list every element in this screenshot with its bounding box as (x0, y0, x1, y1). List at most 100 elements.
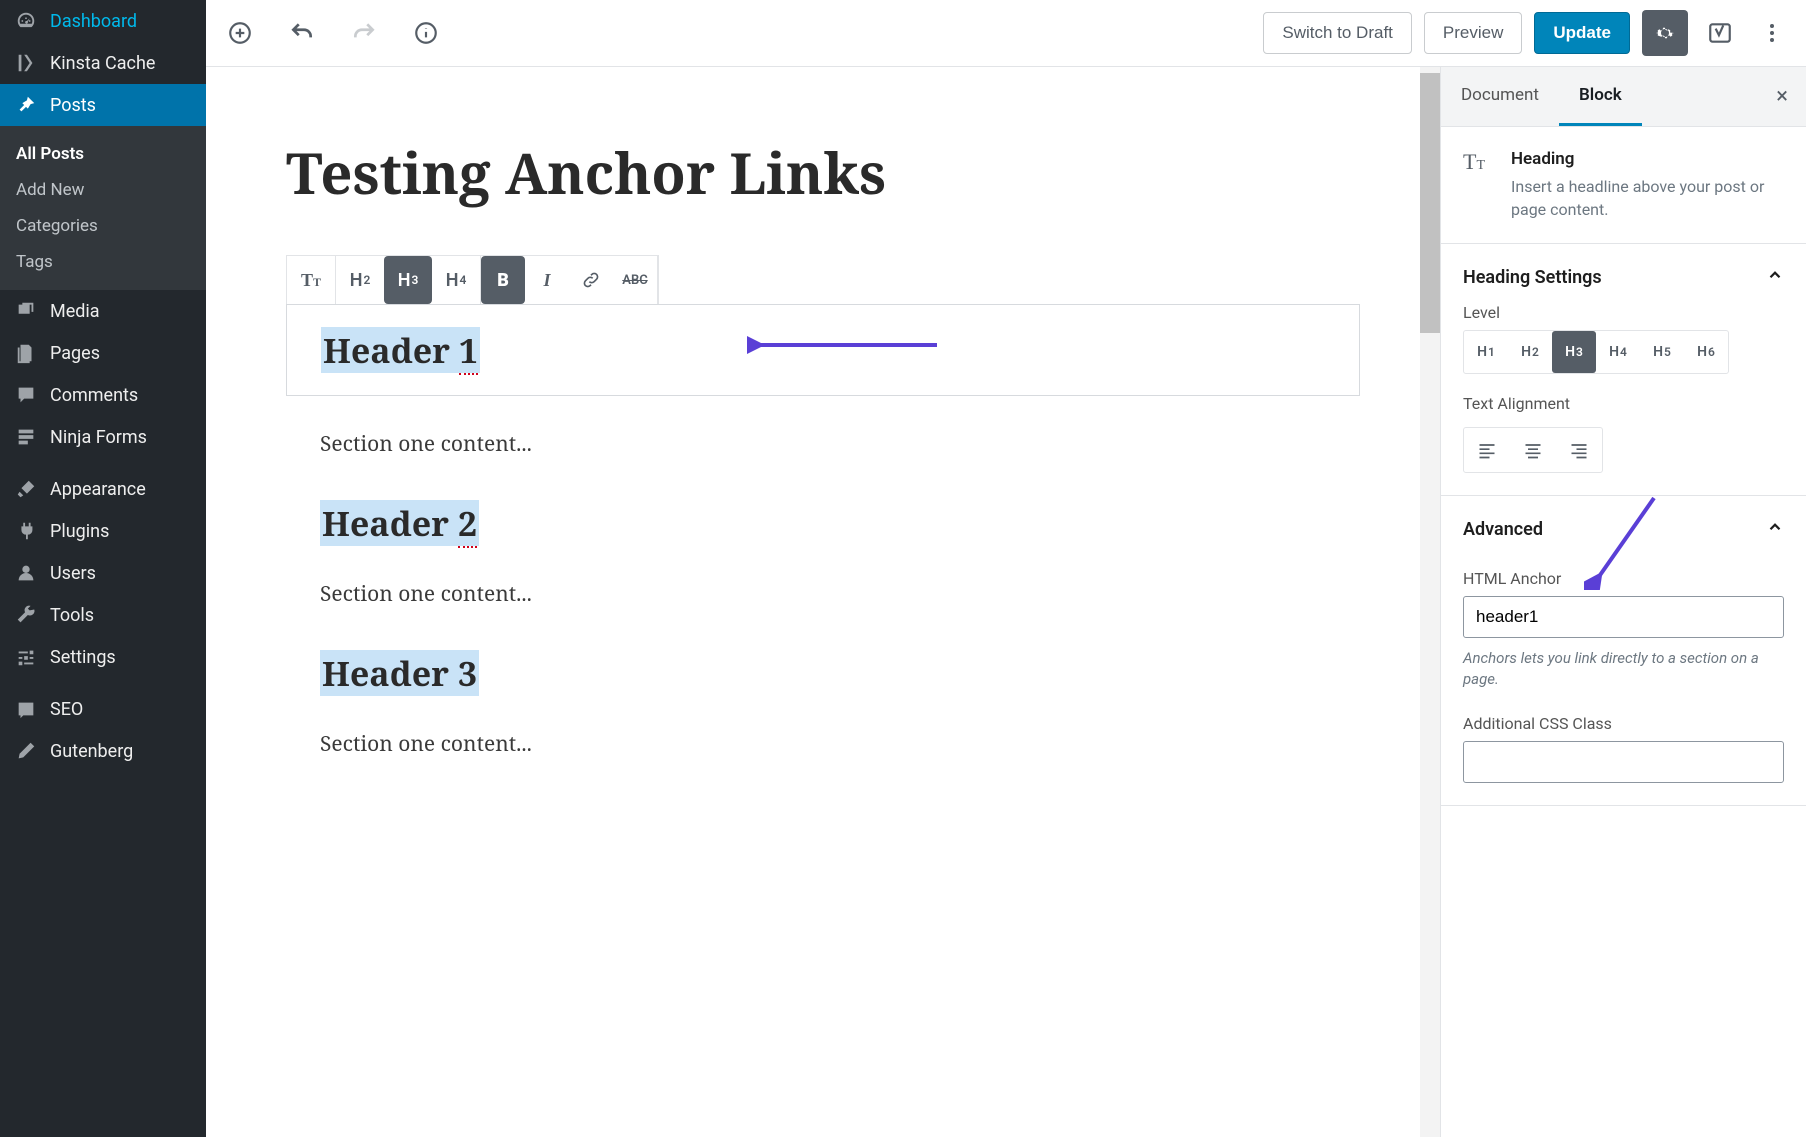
undo-button[interactable] (282, 13, 322, 53)
sidebar-item-dashboard[interactable]: Dashboard (0, 0, 206, 42)
editor-topbar: Switch to Draft Preview Update (206, 0, 1806, 67)
scrollbar[interactable] (1420, 67, 1440, 1137)
info-button[interactable] (406, 13, 446, 53)
heading-level-h4[interactable]: H4 (432, 256, 480, 304)
block-description-text: Insert a headline above your post or pag… (1511, 175, 1784, 221)
strikethrough-button[interactable]: ABC (613, 256, 657, 304)
preview-button[interactable]: Preview (1424, 12, 1522, 54)
pages-icon (14, 342, 38, 364)
sub-item-all-posts[interactable]: All Posts (0, 136, 206, 172)
sidebar-item-appearance[interactable]: Appearance (0, 468, 206, 510)
pencil-icon (14, 740, 38, 762)
sidebar-label: Kinsta Cache (50, 53, 155, 74)
sidebar-label: Users (50, 563, 96, 584)
annotation-arrow-icon (1584, 490, 1664, 594)
heading-block[interactable]: Header 2 (286, 500, 1360, 546)
align-label: Text Alignment (1463, 394, 1784, 413)
heading-level-h3[interactable]: H3 (384, 256, 432, 304)
switch-to-draft-button[interactable]: Switch to Draft (1263, 12, 1412, 54)
sidebar-item-settings[interactable]: Settings (0, 636, 206, 678)
settings-toggle-button[interactable] (1642, 10, 1688, 56)
settings-panel: Document Block × TT Heading Insert a hea… (1440, 67, 1806, 1137)
annotation-arrow-icon (747, 333, 947, 357)
paragraph-block[interactable]: Section one content... (286, 730, 1360, 758)
block-toolbar: TT H2 H3 H4 B I ABC (286, 255, 659, 305)
plug-icon (14, 520, 38, 542)
sub-item-add-new[interactable]: Add New (0, 172, 206, 208)
level-h5[interactable]: H5 (1640, 331, 1684, 373)
align-center-button[interactable] (1510, 428, 1556, 472)
sidebar-label: Media (50, 301, 100, 322)
tab-document[interactable]: Document (1441, 67, 1559, 126)
close-panel-button[interactable]: × (1758, 84, 1806, 109)
yoast-toggle-button[interactable] (1700, 13, 1740, 53)
admin-sidebar: Dashboard Kinsta Cache Posts All Posts A… (0, 0, 206, 1137)
sidebar-item-posts[interactable]: Posts (0, 84, 206, 126)
form-icon (14, 426, 38, 448)
post-title-input[interactable]: Testing Anchor Links (286, 135, 1360, 211)
sidebar-item-gutenberg[interactable]: Gutenberg (0, 730, 206, 772)
sidebar-label: Gutenberg (50, 741, 133, 762)
anchor-help-text: Anchors lets you link directly to a sect… (1463, 648, 1784, 690)
update-button[interactable]: Update (1534, 12, 1630, 54)
italic-button[interactable]: I (525, 256, 569, 304)
level-selector: H1 H2 H3 H4 H5 H6 (1463, 330, 1729, 374)
sidebar-item-seo[interactable]: SEO (0, 688, 206, 730)
sidebar-item-kinsta-cache[interactable]: Kinsta Cache (0, 42, 206, 84)
align-right-button[interactable] (1556, 428, 1602, 472)
scrollbar-thumb[interactable] (1420, 73, 1440, 333)
block-name: Heading (1511, 149, 1784, 169)
level-h6[interactable]: H6 (1684, 331, 1728, 373)
wrench-icon (14, 604, 38, 626)
level-h2[interactable]: H2 (1508, 331, 1552, 373)
sidebar-item-pages[interactable]: Pages (0, 332, 206, 374)
kinsta-icon (14, 52, 38, 74)
transform-block-button[interactable]: TT (287, 256, 335, 304)
sidebar-label: Appearance (50, 479, 146, 500)
html-anchor-input[interactable] (1463, 596, 1784, 638)
more-menu-button[interactable] (1752, 13, 1792, 53)
sidebar-item-plugins[interactable]: Plugins (0, 510, 206, 552)
sub-item-categories[interactable]: Categories (0, 208, 206, 244)
brush-icon (14, 478, 38, 500)
align-left-button[interactable] (1464, 428, 1510, 472)
css-class-label: Additional CSS Class (1463, 714, 1784, 733)
heading-block-selected[interactable]: Header 1 (286, 304, 1360, 396)
sidebar-label: Tools (50, 605, 94, 626)
paragraph-block[interactable]: Section one content... (286, 580, 1360, 608)
sidebar-label: Ninja Forms (50, 427, 147, 448)
sidebar-label: Pages (50, 343, 100, 364)
sidebar-item-media[interactable]: Media (0, 290, 206, 332)
media-icon (14, 300, 38, 322)
sidebar-label: Dashboard (50, 11, 137, 32)
heading-block[interactable]: Header 3 (286, 650, 1360, 696)
tab-block[interactable]: Block (1559, 67, 1642, 126)
level-h1[interactable]: H1 (1464, 331, 1508, 373)
redo-button[interactable] (344, 13, 384, 53)
pin-icon (14, 94, 38, 116)
sidebar-item-comments[interactable]: Comments (0, 374, 206, 416)
sidebar-item-ninja-forms[interactable]: Ninja Forms (0, 416, 206, 458)
sub-item-tags[interactable]: Tags (0, 244, 206, 280)
level-h4[interactable]: H4 (1596, 331, 1640, 373)
panel-tabs: Document Block × (1441, 67, 1806, 127)
user-icon (14, 562, 38, 584)
level-label: Level (1463, 303, 1784, 322)
link-button[interactable] (569, 256, 613, 304)
add-block-button[interactable] (220, 13, 260, 53)
paragraph-block[interactable]: Section one content... (286, 430, 1360, 458)
advanced-section: Advanced HTML Anchor Anchors lets you li… (1441, 496, 1806, 806)
sidebar-label: Settings (50, 647, 116, 668)
chevron-up-icon (1766, 518, 1784, 541)
sidebar-label: Posts (50, 95, 96, 116)
bold-button[interactable]: B (481, 256, 525, 304)
level-h3[interactable]: H3 (1552, 331, 1596, 373)
sidebar-label: Plugins (50, 521, 109, 542)
css-class-input[interactable] (1463, 741, 1784, 783)
heading-level-h2[interactable]: H2 (336, 256, 384, 304)
sidebar-item-users[interactable]: Users (0, 552, 206, 594)
sidebar-item-tools[interactable]: Tools (0, 594, 206, 636)
heading-settings-toggle[interactable]: Heading Settings (1463, 266, 1784, 289)
sliders-icon (14, 646, 38, 668)
sidebar-label: SEO (50, 699, 83, 720)
